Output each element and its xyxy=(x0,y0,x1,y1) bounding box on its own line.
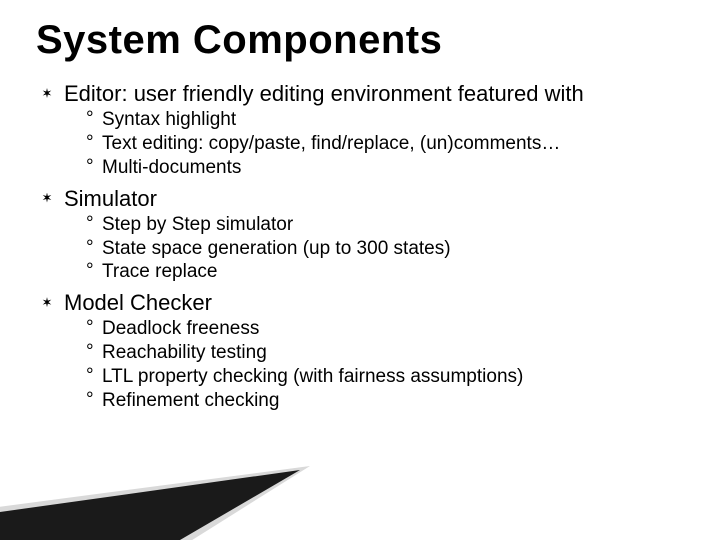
slide-title: System Components xyxy=(36,18,684,63)
list-item: Model Checker Deadlock freeness Reachabi… xyxy=(36,290,684,412)
sub-list-item: Syntax highlight xyxy=(86,108,684,132)
sub-list-item: Text editing: copy/paste, find/replace, … xyxy=(86,132,684,156)
sub-list-item: Reachability testing xyxy=(86,341,684,365)
sub-list: Step by Step simulator State space gener… xyxy=(64,213,684,284)
sub-list-item: State space generation (up to 300 states… xyxy=(86,237,684,261)
sub-list-item: LTL property checking (with fairness ass… xyxy=(86,365,684,389)
sub-list-item: Multi-documents xyxy=(86,156,684,180)
sub-list: Deadlock freeness Reachability testing L… xyxy=(64,317,684,412)
list-item: Editor: user friendly editing environmen… xyxy=(36,81,684,180)
slide: System Components Editor: user friendly … xyxy=(0,0,720,540)
list-item-label: Simulator xyxy=(64,186,157,211)
sub-list-item: Step by Step simulator xyxy=(86,213,684,237)
sub-list-item: Trace replace xyxy=(86,260,684,284)
list-item-label: Model Checker xyxy=(64,290,212,315)
list-item-label: Editor: user friendly editing environmen… xyxy=(64,81,584,106)
sub-list-item: Refinement checking xyxy=(86,389,684,413)
bullet-list: Editor: user friendly editing environmen… xyxy=(36,81,684,412)
sub-list-item: Deadlock freeness xyxy=(86,317,684,341)
list-item: Simulator Step by Step simulator State s… xyxy=(36,186,684,285)
sub-list: Syntax highlight Text editing: copy/past… xyxy=(64,108,684,179)
